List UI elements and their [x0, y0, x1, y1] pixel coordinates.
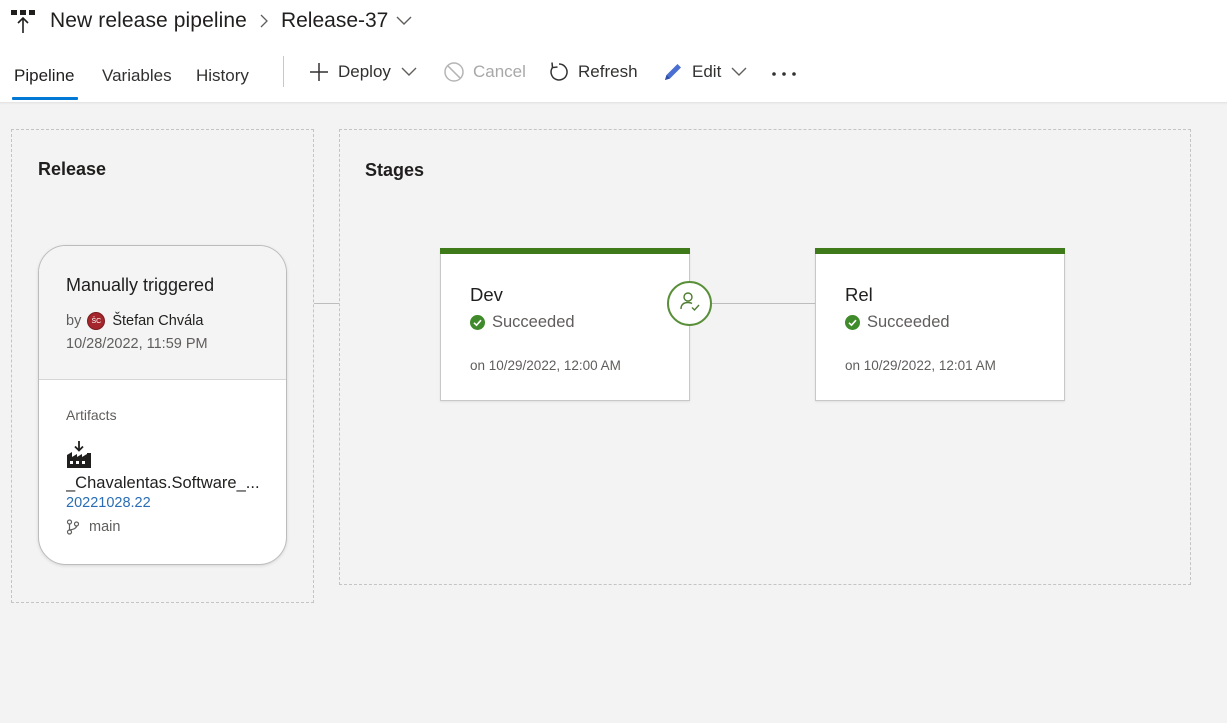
branch-icon	[66, 519, 80, 535]
tab-history[interactable]: History	[196, 52, 249, 100]
release-pipeline-icon	[10, 8, 36, 34]
stage-status: Succeeded	[470, 313, 575, 332]
release-stages-connector	[314, 303, 339, 304]
refresh-label: Refresh	[578, 62, 638, 81]
build-artifact-icon	[66, 441, 92, 469]
breadcrumb: New release pipeline Release-37	[10, 6, 416, 36]
post-deployment-approval-button[interactable]	[667, 281, 712, 326]
more-actions-button[interactable]	[771, 52, 797, 92]
stage-status-text: Succeeded	[492, 313, 575, 331]
avatar: ŠC	[87, 312, 106, 330]
refresh-button[interactable]: Refresh	[548, 52, 638, 92]
trigger-text: Manually triggered	[66, 275, 215, 295]
stage-status: Succeeded	[845, 313, 950, 332]
stage-status-bar	[440, 248, 690, 254]
cancel-label: Cancel	[473, 62, 526, 81]
toolbar-divider	[283, 56, 284, 87]
plus-icon	[308, 61, 330, 83]
chevron-down-icon	[731, 64, 747, 80]
release-date: 10/28/2022, 11:59 PM	[66, 336, 208, 352]
chevron-down-icon[interactable]	[396, 11, 416, 31]
stage-status-bar	[815, 248, 1065, 254]
cancel-icon	[443, 61, 465, 83]
cancel-button[interactable]: Cancel	[443, 52, 526, 92]
tab-bar: Pipeline Variables History Deploy Cancel…	[0, 52, 1227, 102]
artifacts-label: Artifacts	[66, 407, 117, 423]
user-name: Štefan Chvála	[112, 313, 204, 329]
check-circle-icon	[845, 315, 860, 330]
stage-status-text: Succeeded	[867, 313, 950, 331]
deploy-button[interactable]: Deploy	[308, 52, 417, 92]
approver-icon	[678, 289, 702, 318]
more-icon	[771, 62, 797, 82]
stage-name: Dev	[470, 284, 503, 305]
edit-label: Edit	[692, 62, 722, 81]
triggered-by: by ŠC Štefan Chvála	[66, 312, 203, 330]
release-panel-title: Release	[38, 159, 107, 179]
artifact-branch: main	[66, 519, 120, 535]
chevron-down-icon	[401, 64, 417, 80]
stage-card-dev[interactable]: Dev Succeeded on 10/29/2022, 12:00 AM	[440, 248, 690, 401]
release-name[interactable]: Release-37	[281, 9, 388, 33]
active-tab-indicator	[12, 97, 78, 100]
stage-date: on 10/29/2022, 12:00 AM	[470, 358, 621, 373]
by-label: by	[66, 313, 82, 329]
refresh-icon	[548, 61, 570, 83]
pencil-icon	[662, 61, 684, 83]
branch-name: main	[89, 519, 121, 535]
tab-pipeline[interactable]: Pipeline	[14, 52, 75, 100]
artifact-build-link[interactable]: 20221028.22	[66, 495, 151, 511]
artifact-name[interactable]: _Chavalentas.Software_...	[66, 474, 266, 493]
pipeline-name-link[interactable]: New release pipeline	[50, 9, 247, 33]
stage-date: on 10/29/2022, 12:01 AM	[845, 358, 996, 373]
tab-variables[interactable]: Variables	[102, 52, 172, 100]
stage-name: Rel	[845, 284, 873, 305]
page-header: New release pipeline Release-37 Pipeline…	[0, 0, 1227, 103]
release-card[interactable]: Manually triggered by ŠC Štefan Chvála 1…	[38, 245, 287, 565]
check-circle-icon	[470, 315, 485, 330]
deploy-label: Deploy	[338, 62, 391, 81]
stage-card-rel[interactable]: Rel Succeeded on 10/29/2022, 12:01 AM	[815, 248, 1065, 401]
stages-panel-title: Stages	[365, 160, 425, 180]
header-shadow	[0, 102, 1227, 105]
stage-connector	[711, 303, 816, 304]
edit-button[interactable]: Edit	[662, 52, 747, 92]
chevron-right-icon	[253, 6, 275, 36]
